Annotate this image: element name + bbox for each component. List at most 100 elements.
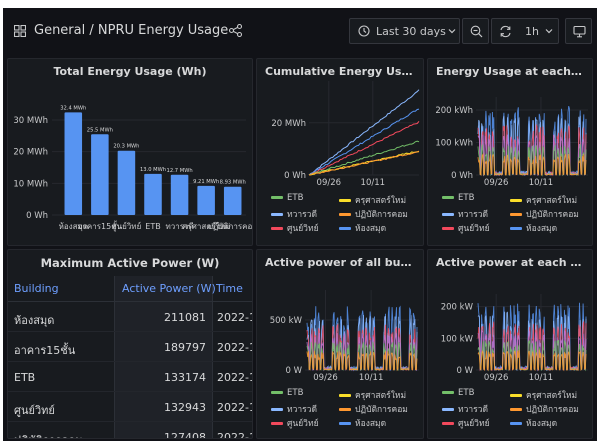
table-row[interactable]: ห้องสมุด 211081 2022-10-	[8, 302, 252, 332]
legend-item[interactable]: ETB	[442, 193, 474, 203]
legend-swatch	[339, 408, 351, 411]
panel-max-active-power[interactable]: Maximum Active Power (W) Building Active…	[7, 249, 253, 439]
table-row[interactable]: ปฏิบัติการคอม 127408 2022-10-	[8, 422, 252, 438]
table-cell-power: 211081	[164, 311, 206, 324]
legend-item[interactable]: ETB	[271, 193, 303, 203]
table-row[interactable]: ศูนย์วิทย์ 132943 2022-10-	[8, 392, 252, 422]
legend-item[interactable]: ศูนย์วิทย์	[442, 221, 490, 235]
table-cell-time: 2022-10-	[217, 401, 252, 414]
dashboards-grid-icon[interactable]	[14, 25, 26, 37]
tv-mode-button[interactable]	[565, 18, 592, 44]
legend-label: ครุศาสตร์ใหม่	[526, 391, 578, 401]
legend-item[interactable]: ปฏิบัติการคอม	[339, 402, 408, 416]
legend-label: ปฏิบัติการคอม	[526, 405, 579, 415]
panel-hourly-energy[interactable]: Energy Usage at each hour ... 0 Wh100 kW…	[427, 58, 593, 246]
legend: ETB ครุศาสตร์ใหม่ทวารวดี ปฏิบัติการคอมศูนย…	[428, 388, 592, 438]
legend-swatch	[339, 394, 351, 397]
legend-item[interactable]: ทวารวดี	[271, 207, 317, 221]
table-cell-time: 2022-10-	[217, 371, 252, 384]
legend-swatch	[510, 408, 522, 411]
refresh-button[interactable]	[492, 19, 520, 43]
column-header-building[interactable]: Building	[14, 282, 59, 295]
clock-icon	[358, 25, 370, 37]
share-icon[interactable]	[229, 24, 242, 37]
y-tick-label: 100 kWh	[435, 139, 473, 149]
panel-cumulative-energy[interactable]: Cumulative Energy Usage a... 0 Wh20 MWh0…	[256, 58, 424, 246]
x-tick-label: 10/11	[359, 373, 384, 383]
x-tick-label: ปฏิบัติการคอม	[208, 222, 253, 231]
legend-label: ศูนย์วิทย์	[287, 224, 319, 234]
legend-item[interactable]: ครุศาสตร์ใหม่	[510, 193, 577, 207]
legend-swatch	[510, 422, 522, 425]
column-header-time[interactable]: Time	[216, 282, 243, 295]
bar	[144, 173, 162, 215]
legend-swatch	[510, 213, 522, 216]
bar-value-label: 20.3 MWh	[113, 144, 139, 150]
table-cell-time: 2022-10-	[217, 311, 252, 324]
y-tick-label: 0 Wh	[451, 171, 473, 181]
legend: ETB ครุศาสตร์ใหม่ทวารวดี ปฏิบัติการคอมศูนย…	[257, 193, 423, 245]
legend-item[interactable]: ห้องสมุด	[339, 416, 386, 430]
legend-item[interactable]: ครุศาสตร์ใหม่	[339, 193, 406, 207]
bar-value-label: 12.7 MWh	[167, 168, 193, 174]
bar-value-label: 32.4 MWh	[60, 105, 86, 111]
refresh-picker[interactable]: 1h	[491, 18, 559, 44]
bar	[197, 185, 215, 215]
legend-item[interactable]: ทวารวดี	[442, 402, 488, 416]
panel-active-power-hourly[interactable]: Active power at each hour (... 0 W100 kW…	[427, 249, 593, 439]
legend-item[interactable]: ETB	[271, 388, 303, 398]
top-bar: General / NPRU Energy Usage Last 30 days	[3, 8, 597, 56]
legend-item[interactable]: ศูนย์วิทย์	[271, 221, 319, 235]
panel-total-energy[interactable]: Total Energy Usage (Wh) 0 Wh 10 MWh 20 MWh…	[7, 58, 253, 246]
legend-label: ETB	[458, 193, 475, 203]
column-header-active-power[interactable]: Active Power (W)	[122, 282, 216, 295]
x-tick-label: ศูนย์วิทย์	[112, 221, 142, 232]
legend-item[interactable]: ครุศาสตร์ใหม่	[510, 388, 577, 402]
bar-value-label: 8.93 MWh	[220, 180, 246, 186]
table-row[interactable]: อาคาร15ชั้น 189797 2022-10-	[8, 332, 252, 362]
panel-title[interactable]: Maximum Active Power (W)	[8, 256, 252, 270]
legend-item[interactable]: ปฏิบัติการคอม	[339, 207, 408, 221]
y-tick-label: 10 MWh	[13, 179, 48, 189]
legend-item[interactable]: ปฏิบัติการคอม	[510, 207, 579, 221]
bar-value-label: 9.21 MWh	[193, 179, 219, 185]
y-tick-label: 0 W	[456, 366, 473, 376]
table-cell-power: 189797	[164, 341, 206, 354]
legend-swatch	[271, 391, 283, 394]
panel-active-power-all[interactable]: Active power of all building... 0 W500 k…	[256, 249, 424, 439]
bar-value-label: 13.0 MWh	[140, 167, 166, 173]
x-tick-label: 10/11	[529, 373, 554, 383]
table-row[interactable]: ETB 133174 2022-10-	[8, 362, 252, 392]
table-cell-building: ศูนย์วิทย์	[14, 404, 55, 417]
legend-item[interactable]: ทวารวดี	[271, 402, 317, 416]
dashboard: General / NPRU Energy Usage Last 30 days	[3, 8, 597, 441]
legend-item[interactable]: ห้องสมุด	[510, 416, 557, 430]
series-line	[308, 140, 420, 176]
breadcrumb[interactable]: General / NPRU Energy Usage	[34, 23, 228, 38]
legend-item[interactable]: ห้องสมุด	[510, 221, 557, 235]
zoom-out-button[interactable]	[462, 18, 489, 44]
legend-swatch	[339, 213, 351, 216]
legend-item[interactable]: ปฏิบัติการคอม	[510, 402, 579, 416]
legend-swatch	[442, 408, 454, 411]
legend-label: ปฏิบัติการคอม	[526, 210, 579, 220]
bar-value-label: 25.5 MWh	[87, 127, 113, 133]
y-tick-label: 100 kW	[441, 334, 474, 344]
legend-item[interactable]: ศูนย์วิทย์	[442, 416, 490, 430]
legend-item[interactable]: ETB	[442, 388, 474, 398]
legend-item[interactable]: ศูนย์วิทย์	[271, 416, 319, 430]
legend-label: ทวารวดี	[287, 210, 318, 220]
legend: ETB ครุศาสตร์ใหม่ทวารวดี ปฏิบัติการคอมศูนย…	[257, 388, 423, 438]
legend-swatch	[271, 227, 283, 230]
table-header: Building Active Power (W) Time	[8, 276, 252, 302]
total-energy-bar-chart: 0 Wh 10 MWh 20 MWh 30 MWh 32.4 MWh 25.5 MWh 20…	[13, 105, 253, 232]
legend-item[interactable]: ครุศาสตร์ใหม่	[339, 388, 406, 402]
table-cell-building: ปฏิบัติการคอม	[14, 431, 110, 438]
series-line	[308, 108, 420, 176]
time-range-picker[interactable]: Last 30 days	[349, 18, 460, 44]
legend-label: ศูนย์วิทย์	[287, 419, 319, 429]
y-tick-label: 30 MWh	[13, 116, 48, 126]
legend-item[interactable]: ห้องสมุด	[339, 221, 386, 235]
legend-item[interactable]: ทวารวดี	[442, 207, 488, 221]
legend-label: ห้องสมุด	[355, 224, 387, 234]
